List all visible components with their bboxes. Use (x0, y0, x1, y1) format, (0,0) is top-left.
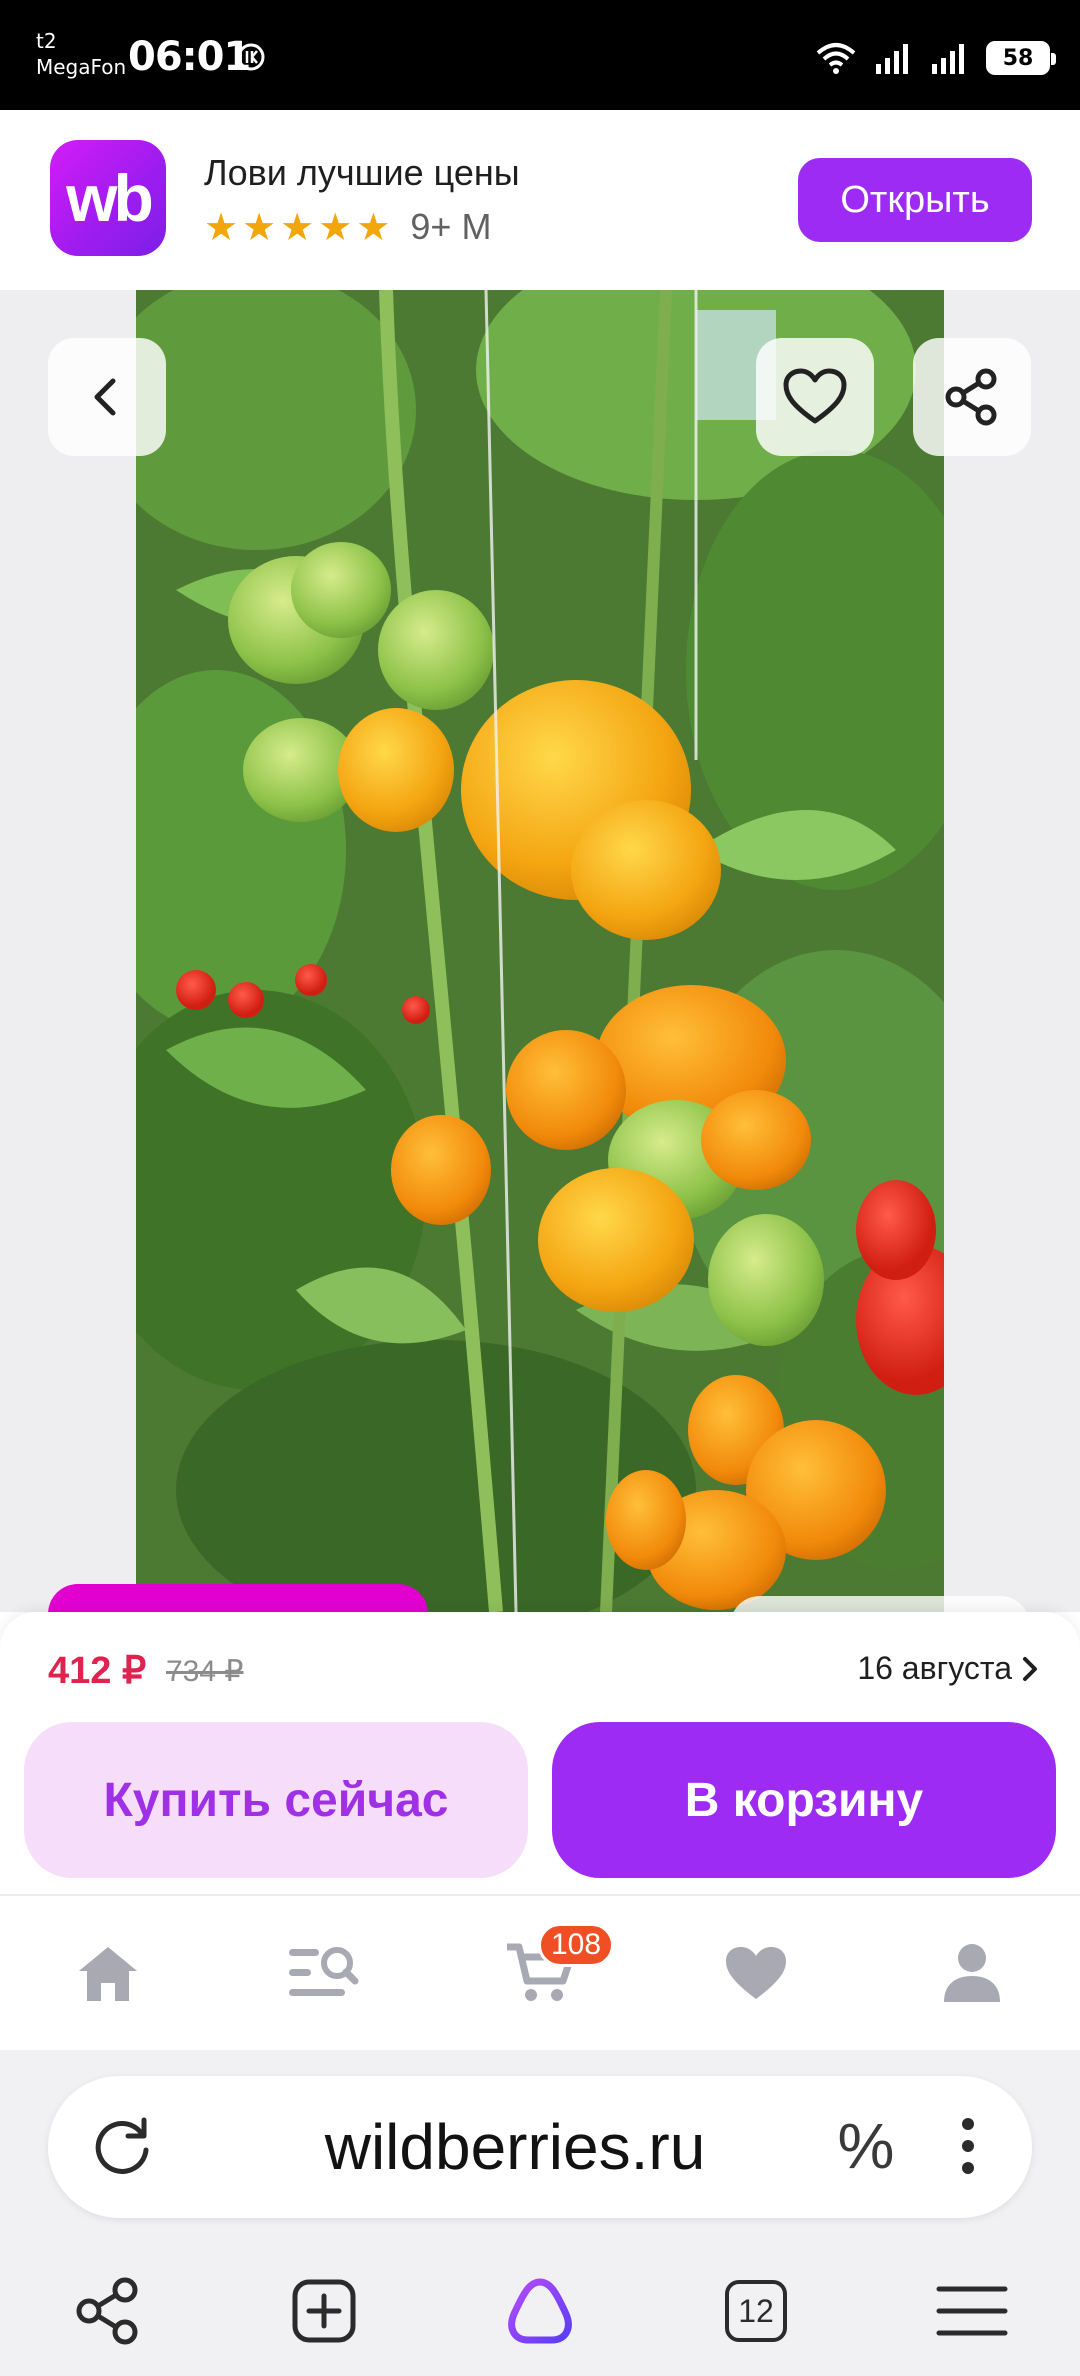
new-tab-button[interactable] (264, 2251, 384, 2371)
more-menu-button[interactable] (928, 2106, 1008, 2186)
status-time: 06:01 (128, 34, 251, 80)
battery-indicator: 58 (986, 41, 1056, 75)
star-icon: ★ (356, 205, 391, 249)
back-button[interactable] (48, 338, 166, 456)
purchase-panel: 412 ₽ 734 ₽ 16 августа Купить сейчас В к… (0, 1612, 1080, 1894)
open-app-button[interactable]: Открыть (798, 158, 1032, 242)
heart-icon (783, 368, 847, 424)
plus-square-icon (292, 2279, 356, 2343)
browser-bottom-nav: 12 (0, 2246, 1080, 2376)
add-to-cart-button[interactable]: В корзину (552, 1722, 1056, 1878)
app-tab-bar: 108 (0, 1894, 1080, 2050)
promo-badge (48, 1584, 428, 1612)
star-icon: ★ (318, 205, 353, 249)
profile-icon (944, 1944, 1000, 2002)
buy-now-button[interactable]: Купить сейчас (24, 1722, 528, 1878)
share-icon (945, 368, 997, 426)
reload-icon[interactable] (88, 2112, 158, 2182)
tabs-icon: 12 (725, 2280, 787, 2342)
carrier-line-2: MegaFon (36, 55, 127, 79)
signal-icon-2 (932, 44, 964, 74)
share-icon (76, 2277, 138, 2345)
share-button[interactable] (913, 338, 1031, 456)
star-icon: ★ (242, 205, 277, 249)
old-price: 734 ₽ (166, 1655, 244, 1688)
banner-title: Лови лучшие цены (204, 152, 520, 193)
tab-profile[interactable] (902, 1913, 1042, 2033)
data-saver-icon (237, 43, 265, 71)
star-icon: ★ (280, 205, 315, 249)
more-vertical-icon (962, 2118, 974, 2174)
cart-count-badge: 108 (538, 1923, 615, 1967)
chevron-left-icon (94, 378, 116, 416)
signal-icon-1 (876, 44, 908, 74)
tab-cart[interactable]: 108 (470, 1913, 615, 2033)
tab-favorites[interactable] (686, 1913, 826, 2033)
favorite-button[interactable] (756, 338, 874, 456)
banner-rating: ★ ★ ★ ★ ★ 9+ М (204, 206, 491, 248)
product-photo-tomatoes[interactable] (136, 290, 944, 1612)
tabs-button[interactable]: 12 (696, 2251, 816, 2371)
app-install-banner: wb Лови лучшие цены ★ ★ ★ ★ ★ 9+ М Откры… (0, 110, 1080, 290)
discount-button[interactable]: % (826, 2106, 906, 2186)
alice-icon (508, 2278, 572, 2344)
downloads-count: 9+ М (410, 206, 492, 247)
wildberries-logo: wb (50, 140, 166, 256)
tab-home[interactable] (38, 1913, 178, 2033)
status-bar: t2 MegaFon 06:01 58 (0, 0, 1080, 110)
address-bar[interactable]: wildberries.ru % (48, 2076, 1032, 2218)
status-icons: 58 (814, 40, 1056, 76)
browser-menu-button[interactable] (912, 2251, 1032, 2371)
catalog-search-icon (289, 1947, 359, 1996)
wifi-icon (816, 43, 856, 74)
delivery-date-link[interactable]: 16 августа (857, 1650, 1040, 1687)
star-icon: ★ (204, 205, 239, 249)
browser-chrome: wildberries.ru % 12 (0, 2050, 1080, 2376)
chevron-right-icon (1023, 1656, 1037, 1681)
heart-icon (726, 1947, 786, 1999)
home-icon (79, 1947, 137, 2001)
tab-catalog[interactable] (254, 1913, 394, 2033)
carrier-line-1: t2 (36, 29, 57, 53)
hamburger-icon (936, 2286, 1008, 2336)
delivery-date: 16 августа (857, 1650, 1012, 1686)
carrier-info: t2 MegaFon (36, 28, 126, 80)
browser-share-button[interactable] (48, 2251, 168, 2371)
current-price: 412 ₽ (48, 1650, 147, 1692)
gallery-counter-pill (730, 1596, 1030, 1612)
url-text[interactable]: wildberries.ru (198, 2076, 832, 2218)
product-gallery[interactable] (0, 290, 1080, 1612)
alice-assistant-button[interactable] (480, 2251, 600, 2371)
